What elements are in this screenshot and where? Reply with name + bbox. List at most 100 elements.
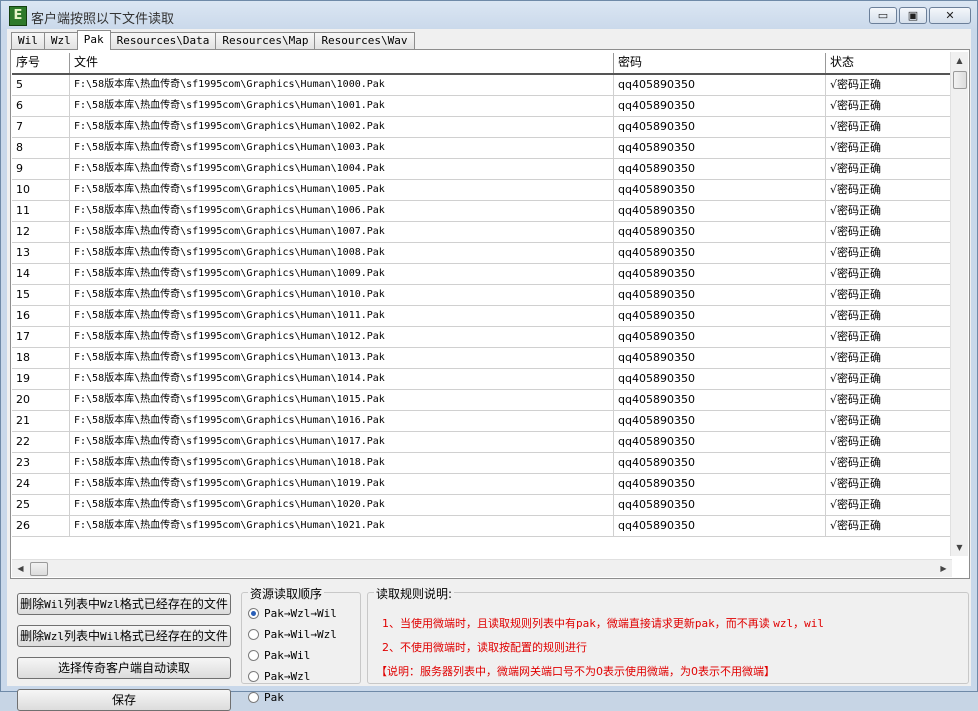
table-row[interactable]: 22 F:\58版本库\热血传奇\sf1995com\Graphics\Human…: [12, 432, 952, 453]
button-text: 删除: [20, 629, 45, 643]
cell-index: 14: [12, 264, 70, 284]
tab-resources-wav[interactable]: Resources\Wav: [314, 32, 415, 49]
auto-read-client-button[interactable]: 选择传奇客户端自动读取: [17, 657, 231, 679]
rule-line-3: 【说明：服务器列表中，微端网关端口号不为0表示使用微端，为0表示不用微端】: [376, 665, 775, 678]
cell-file: F:\58版本库\热血传奇\sf1995com\Graphics\Human\1…: [70, 285, 614, 305]
cell-status: √密码正确: [830, 519, 882, 532]
cell-index: 18: [12, 348, 70, 368]
column-header-status[interactable]: 状态: [826, 53, 952, 73]
minimize-button[interactable]: ▭: [869, 7, 897, 24]
radio-unselected-icon[interactable]: [248, 671, 259, 682]
tab-wil[interactable]: Wil: [11, 32, 45, 49]
table-row[interactable]: 23 F:\58版本库\热血传奇\sf1995com\Graphics\Human…: [12, 453, 952, 474]
table-row[interactable]: 24 F:\58版本库\热血传奇\sf1995com\Graphics\Human…: [12, 474, 952, 495]
table-row[interactable]: 5 F:\58版本库\热血传奇\sf1995com\Graphics\Human\…: [12, 75, 952, 96]
rule-text: pak: [694, 617, 715, 630]
cell-password: qq405890350: [614, 495, 826, 515]
cell-status: √密码正确: [830, 435, 882, 448]
cell-password: qq405890350: [614, 264, 826, 284]
close-button[interactable]: ✕: [929, 7, 971, 24]
radio-unselected-icon[interactable]: [248, 629, 259, 640]
cell-index: 23: [12, 453, 70, 473]
cell-status: √密码正确: [830, 99, 882, 112]
table-row[interactable]: 26 F:\58版本库\热血传奇\sf1995com\Graphics\Human…: [12, 516, 952, 537]
title-bar[interactable]: E 客户端按照以下文件读取 ▭ ▣ ✕: [1, 1, 977, 29]
column-header-file[interactable]: 文件: [70, 53, 614, 73]
restore-button[interactable]: ▣: [899, 7, 927, 24]
cell-index: 21: [12, 411, 70, 431]
tab-resources-data[interactable]: Resources\Data: [109, 32, 217, 49]
table-row[interactable]: 12 F:\58版本库\热血传奇\sf1995com\Graphics\Human…: [12, 222, 952, 243]
cell-status: √密码正确: [830, 393, 882, 406]
cell-file: F:\58版本库\热血传奇\sf1995com\Graphics\Human\1…: [70, 306, 614, 326]
table-row[interactable]: 7 F:\58版本库\热血传奇\sf1995com\Graphics\Human\…: [12, 117, 952, 138]
bottom-panel: 删除Wil列表中Wzl格式已经存在的文件 删除Wzl列表中Wil格式已经存在的文…: [7, 581, 971, 711]
table-row[interactable]: 11 F:\58版本库\热血传奇\sf1995com\Graphics\Human…: [12, 201, 952, 222]
column-header-index[interactable]: 序号: [12, 53, 70, 73]
cell-file: F:\58版本库\热血传奇\sf1995com\Graphics\Human\1…: [70, 75, 614, 95]
scroll-right-icon[interactable]: ▶: [935, 560, 952, 577]
cell-password: qq405890350: [614, 306, 826, 326]
button-text: Wil: [44, 598, 64, 611]
cell-password: qq405890350: [614, 516, 826, 536]
table-row[interactable]: 13 F:\58版本库\热血传奇\sf1995com\Graphics\Human…: [12, 243, 952, 264]
radio-selected-icon[interactable]: [248, 608, 259, 619]
delete-wzl-duplicates-button[interactable]: 删除Wzl列表中Wil格式已经存在的文件: [17, 625, 231, 647]
read-order-option[interactable]: Pak→Wzl: [248, 670, 310, 683]
tab-resources-map[interactable]: Resources\Map: [215, 32, 316, 49]
cell-file: F:\58版本库\热血传奇\sf1995com\Graphics\Human\1…: [70, 201, 614, 221]
table-row[interactable]: 18 F:\58版本库\热血传奇\sf1995com\Graphics\Human…: [12, 348, 952, 369]
read-order-option[interactable]: Pak→Wzl→Wil: [248, 607, 337, 620]
cell-index: 16: [12, 306, 70, 326]
table-row[interactable]: 21 F:\58版本库\热血传奇\sf1995com\Graphics\Human…: [12, 411, 952, 432]
table-row[interactable]: 19 F:\58版本库\热血传奇\sf1995com\Graphics\Human…: [12, 369, 952, 390]
cell-password: qq405890350: [614, 327, 826, 347]
cell-password: qq405890350: [614, 117, 826, 137]
table-row[interactable]: 10 F:\58版本库\热血传奇\sf1995com\Graphics\Human…: [12, 180, 952, 201]
button-text: 删除: [20, 597, 45, 611]
client-area: Wil Wzl Pak Resources\Data Resources\Map Reso…: [7, 29, 971, 711]
rule-text: ，微端直接请求更新: [595, 617, 695, 630]
horizontal-scrollbar[interactable]: ◀ ▶: [12, 559, 952, 577]
read-order-option[interactable]: Pak: [248, 691, 284, 704]
grid-body: 5 F:\58版本库\热血传奇\sf1995com\Graphics\Human\…: [12, 75, 952, 557]
table-row[interactable]: 9 F:\58版本库\热血传奇\sf1995com\Graphics\Human\…: [12, 159, 952, 180]
read-order-option-label: Pak→Wzl: [264, 670, 311, 683]
cell-status: √密码正确: [830, 372, 882, 385]
rule-text: pak: [576, 617, 596, 630]
cell-file: F:\58版本库\热血传奇\sf1995com\Graphics\Human\1…: [70, 453, 614, 473]
table-row[interactable]: 16 F:\58版本库\热血传奇\sf1995com\Graphics\Human…: [12, 306, 952, 327]
radio-unselected-icon[interactable]: [248, 650, 259, 661]
cell-password: qq405890350: [614, 369, 826, 389]
table-row[interactable]: 8 F:\58版本库\热血传奇\sf1995com\Graphics\Human\…: [12, 138, 952, 159]
read-order-option[interactable]: Pak→Wil→Wzl: [248, 628, 337, 641]
cell-file: F:\58版本库\热血传奇\sf1995com\Graphics\Human\1…: [70, 411, 614, 431]
scroll-down-icon[interactable]: ▼: [951, 539, 968, 556]
cell-file: F:\58版本库\热血传奇\sf1995com\Graphics\Human\1…: [70, 243, 614, 263]
tab-panel-pak: 序号 文件 密码 状态 5 F:\58版本库\热血传奇\sf1995com\Gra…: [10, 49, 970, 579]
radio-unselected-icon[interactable]: [248, 692, 259, 703]
scroll-left-icon[interactable]: ◀: [12, 560, 29, 577]
table-row[interactable]: 6 F:\58版本库\热血传奇\sf1995com\Graphics\Human\…: [12, 96, 952, 117]
column-header-password[interactable]: 密码: [614, 53, 826, 73]
horizontal-scroll-thumb[interactable]: [30, 562, 48, 576]
table-row[interactable]: 20 F:\58版本库\热血传奇\sf1995com\Graphics\Human…: [12, 390, 952, 411]
vertical-scrollbar[interactable]: ▲ ▼: [950, 52, 968, 556]
table-row[interactable]: 17 F:\58版本库\热血传奇\sf1995com\Graphics\Human…: [12, 327, 952, 348]
cell-status: √密码正确: [830, 162, 882, 175]
table-row[interactable]: 15 F:\58版本库\热血传奇\sf1995com\Graphics\Human…: [12, 285, 952, 306]
table-row[interactable]: 25 F:\58版本库\热血传奇\sf1995com\Graphics\Human…: [12, 495, 952, 516]
vertical-scroll-thumb[interactable]: [953, 71, 967, 89]
rule-line-1: 1、当使用微端时，且读取规则列表中有pak，微端直接请求更新pak，而不再读 w…: [382, 615, 824, 631]
tab-wzl[interactable]: Wzl: [43, 32, 78, 49]
read-order-option[interactable]: Pak→Wil: [248, 649, 310, 662]
scroll-up-icon[interactable]: ▲: [951, 52, 968, 69]
table-row[interactable]: 14 F:\58版本库\热血传奇\sf1995com\Graphics\Human…: [12, 264, 952, 285]
delete-wil-duplicates-button[interactable]: 删除Wil列表中Wzl格式已经存在的文件: [17, 593, 231, 615]
rule-text: ，而不再读: [714, 617, 774, 630]
tab-pak[interactable]: Pak: [76, 30, 111, 50]
cell-file: F:\58版本库\热血传奇\sf1995com\Graphics\Human\1…: [70, 138, 614, 158]
read-order-group: 资源读取顺序 Pak→Wzl→Wil Pak→Wil→Wzl Pak→Wil Pak→…: [241, 585, 361, 704]
cell-index: 22: [12, 432, 70, 452]
save-button[interactable]: 保存: [17, 689, 231, 711]
